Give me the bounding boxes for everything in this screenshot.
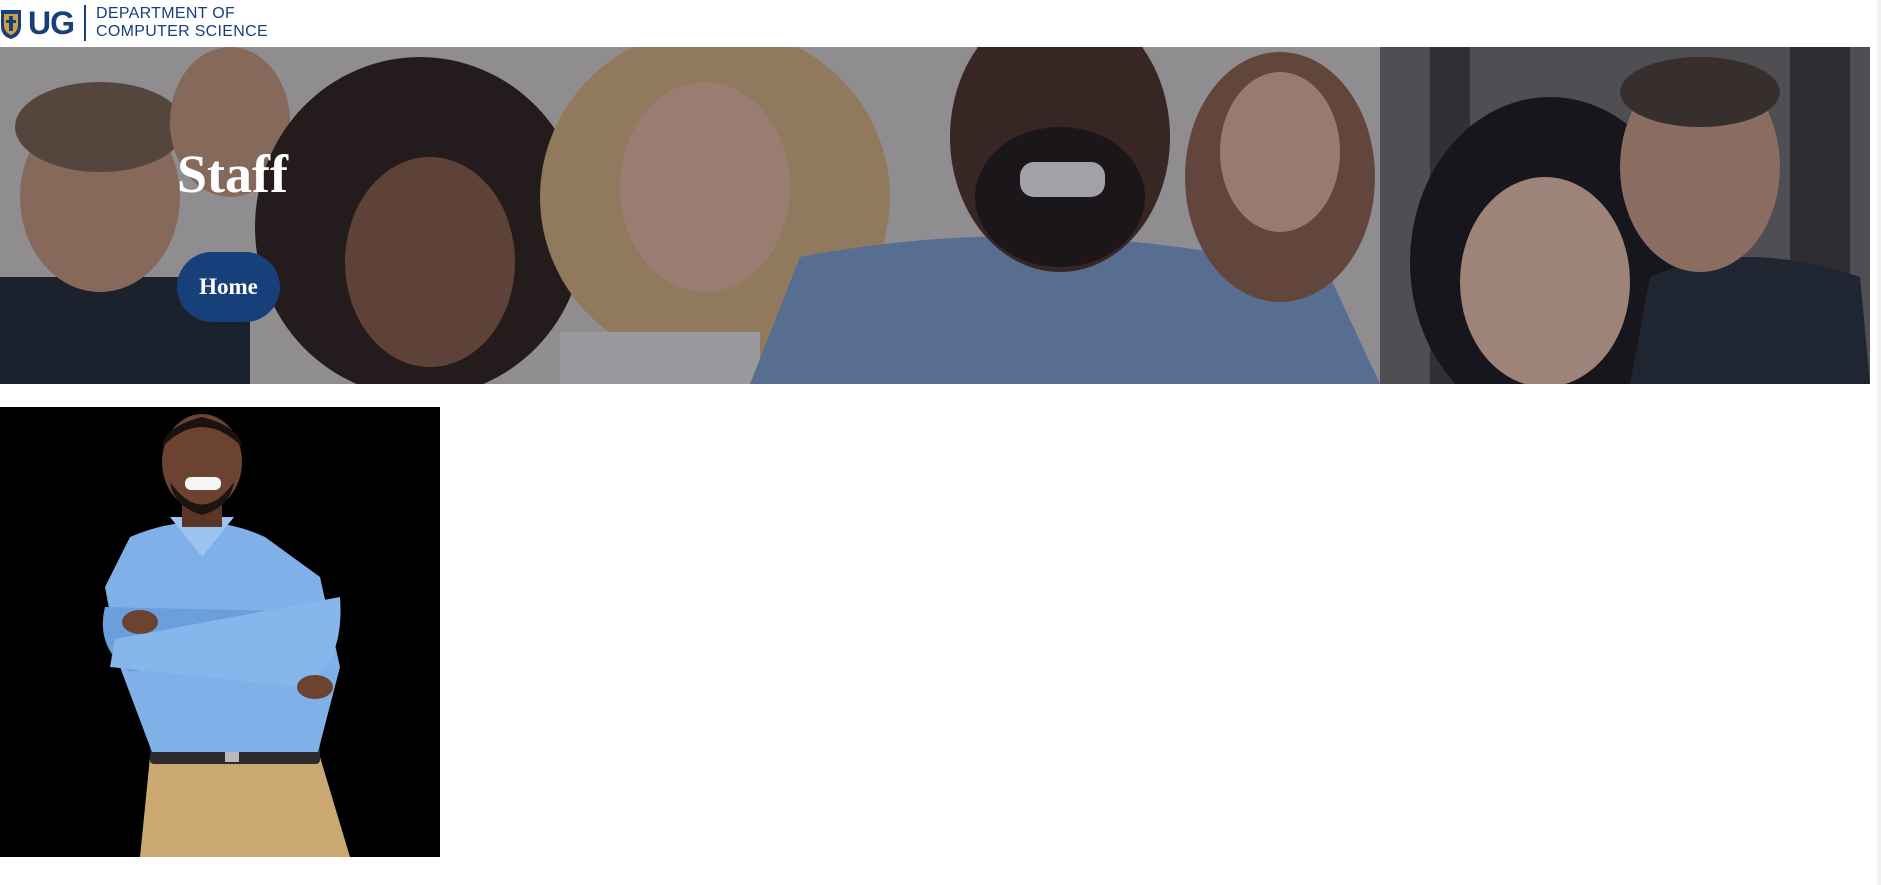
staff-member-card[interactable] bbox=[0, 407, 440, 857]
hero-banner: Staff Home bbox=[0, 47, 1870, 384]
hero-dark-overlay bbox=[0, 47, 1870, 384]
page-scrollbar[interactable] bbox=[1877, 0, 1881, 885]
staff-member-photo bbox=[0, 407, 440, 857]
department-logo[interactable]: UG DEPARTMENT OF COMPUTER SCIENCE bbox=[0, 4, 268, 42]
university-crest-icon bbox=[1, 10, 21, 39]
logo-abbreviation: UG bbox=[28, 5, 75, 41]
site-header: UG DEPARTMENT OF COMPUTER SCIENCE bbox=[0, 0, 1881, 47]
page-title: Staff bbox=[177, 144, 288, 204]
home-button[interactable]: Home bbox=[177, 252, 280, 322]
department-name: DEPARTMENT OF COMPUTER SCIENCE bbox=[96, 5, 268, 41]
department-name-line1: DEPARTMENT OF bbox=[96, 5, 236, 22]
department-name-line2: COMPUTER SCIENCE bbox=[96, 23, 268, 40]
logo-divider bbox=[84, 5, 86, 41]
